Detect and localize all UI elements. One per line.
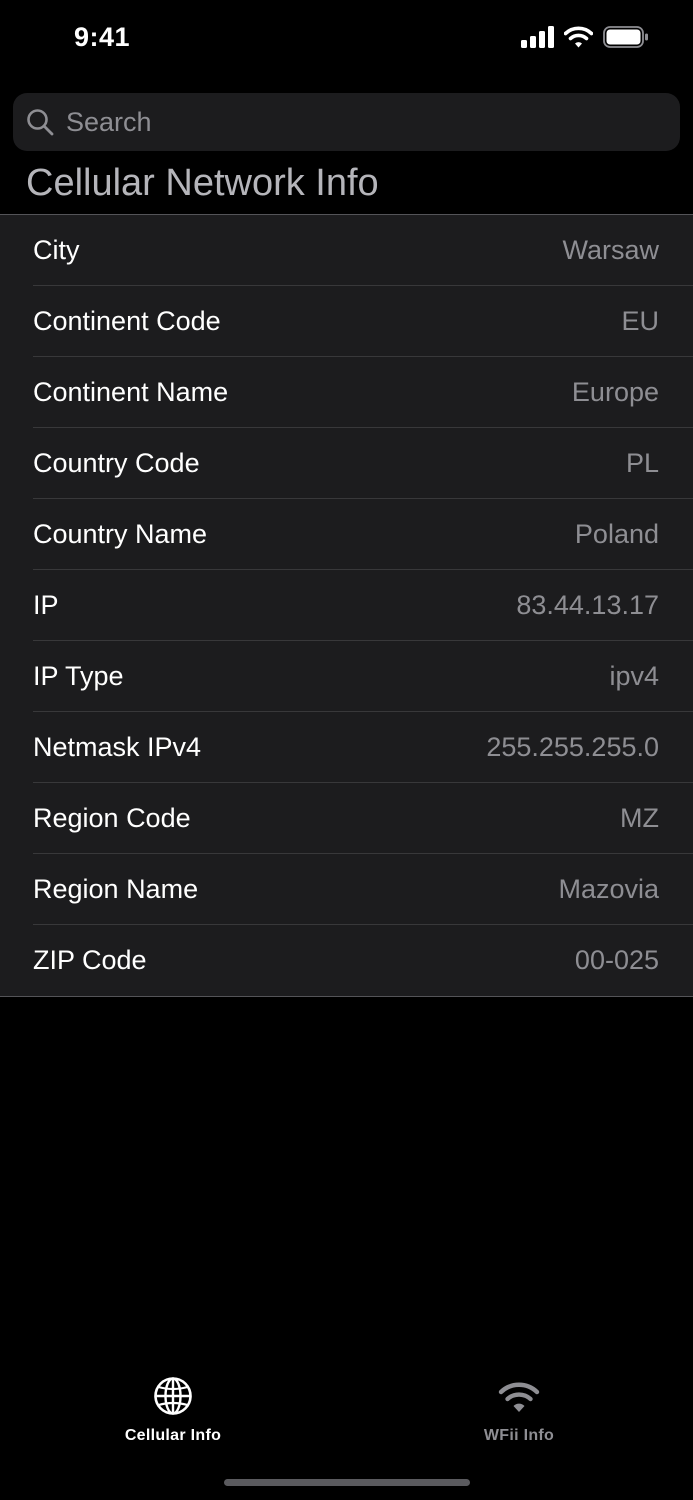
search-icon (26, 108, 54, 136)
row-value: Poland (574, 519, 659, 549)
info-row-continent-code: Continent Code EU (0, 286, 693, 357)
wifi-icon (498, 1376, 540, 1421)
row-label: Country Name (33, 519, 208, 549)
info-row-country-name: Country Name Poland (0, 499, 693, 570)
info-row-ip: IP 83.44.13.17 (0, 570, 693, 641)
row-label: Country Code (33, 448, 200, 478)
row-label: Region Code (33, 803, 191, 833)
row-label: Netmask IPv4 (33, 732, 202, 762)
row-value: 00-025 (574, 945, 659, 975)
section-title: Cellular Network Info (26, 162, 379, 204)
tab-label: Cellular Info (124, 1427, 222, 1444)
info-row-ip-type: IP Type ipv4 (0, 641, 693, 712)
battery-icon (603, 26, 649, 53)
row-label: City (33, 235, 80, 265)
row-value: Europe (571, 377, 659, 407)
row-label: Continent Code (33, 306, 221, 336)
status-time: 9:41 (74, 22, 131, 52)
info-row-continent-name: Continent Name Europe (0, 357, 693, 428)
row-label: IP Type (33, 661, 124, 691)
info-list: City Warsaw Continent Code EU Continent … (0, 214, 693, 997)
search-bar[interactable] (13, 93, 680, 151)
status-bar: 9:41 (0, 0, 693, 80)
tab-cellular-info[interactable]: Cellular Info (73, 1376, 273, 1445)
tab-wifi-info[interactable]: WFii Info (419, 1376, 619, 1445)
row-label: ZIP Code (33, 945, 147, 975)
status-icons (521, 26, 649, 53)
row-value: Mazovia (558, 874, 659, 904)
row-value: 255.255.255.0 (486, 732, 659, 762)
row-value: Warsaw (562, 235, 659, 265)
cellular-signal-icon (521, 26, 554, 53)
row-value: ipv4 (609, 661, 659, 691)
row-label: Continent Name (33, 377, 229, 407)
row-value: EU (621, 306, 659, 336)
info-row-region-name: Region Name Mazovia (0, 854, 693, 925)
info-row-country-code: Country Code PL (0, 428, 693, 499)
row-value: 83.44.13.17 (516, 590, 659, 620)
info-row-city: City Warsaw (0, 215, 693, 286)
info-row-region-code: Region Code MZ (0, 783, 693, 854)
globe-icon (153, 1376, 193, 1421)
row-value: MZ (620, 803, 659, 833)
info-row-zip-code: ZIP Code 00-025 (0, 925, 693, 996)
row-label: IP (33, 590, 59, 620)
home-indicator[interactable] (224, 1479, 470, 1486)
row-label: Region Name (33, 874, 199, 904)
tab-label: WFii Info (483, 1427, 555, 1444)
wifi-status-icon (563, 26, 594, 53)
info-row-netmask: Netmask IPv4 255.255.255.0 (0, 712, 693, 783)
search-input[interactable] (64, 105, 628, 139)
row-value: PL (625, 448, 659, 478)
